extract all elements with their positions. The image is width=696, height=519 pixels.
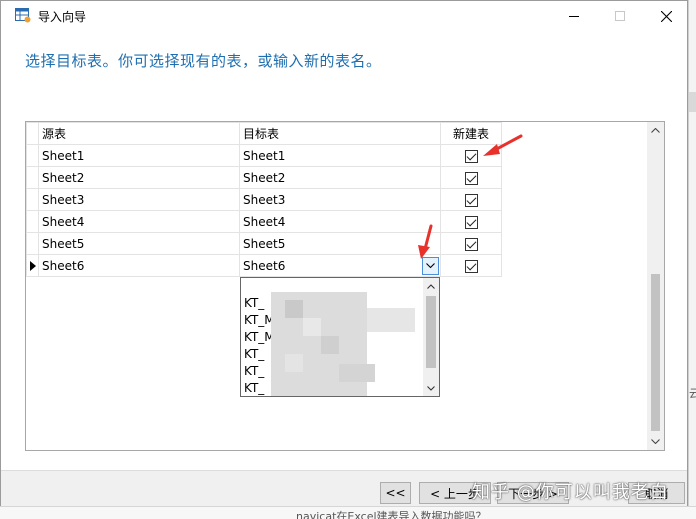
new-table-cell	[440, 254, 502, 277]
new-table-checkbox[interactable]	[464, 215, 478, 229]
background-question-text: navicat在Excel建表导入数据功能吗？	[296, 510, 487, 519]
table-mapping-grid: 源表 目标表 新建表 Sheet1 Sheet1 Sheet2 Sheet2 S…	[25, 121, 665, 451]
target-table-cell[interactable]: Sheet5	[239, 232, 441, 255]
dropdown-scroll-thumb[interactable]	[426, 296, 436, 368]
row-selector-header	[26, 122, 39, 145]
table-row[interactable]: Sheet2 Sheet2	[26, 166, 502, 189]
target-table-cell[interactable]: Sheet3	[239, 188, 441, 211]
source-table-cell[interactable]: Sheet4	[38, 210, 240, 233]
current-row-pointer-icon	[30, 260, 36, 271]
grid-header-row: 源表 目标表 新建表	[26, 122, 502, 145]
row-selector[interactable]	[26, 232, 39, 255]
source-table-cell[interactable]: Sheet5	[38, 232, 240, 255]
new-table-cell	[440, 166, 502, 189]
watermark-text: 知乎 @你可以叫我老白	[472, 482, 669, 503]
background-text: 云	[689, 387, 696, 400]
table-wizard-icon	[15, 8, 31, 23]
source-table-cell[interactable]: Sheet6	[38, 254, 240, 277]
new-table-checkbox[interactable]	[464, 171, 478, 185]
grid-vertical-scrollbar[interactable]	[647, 122, 664, 450]
instruction-text: 选择目标表。你可选择现有的表，或输入新的表名。	[25, 52, 382, 70]
target-table-value: Sheet6	[243, 258, 286, 273]
mosaic-block	[303, 318, 321, 336]
target-table-cell[interactable]: Sheet4	[239, 210, 441, 233]
source-table-cell[interactable]: Sheet2	[38, 166, 240, 189]
close-icon	[660, 10, 672, 22]
new-table-checkbox[interactable]	[464, 149, 478, 163]
target-table-combo[interactable]: Sheet6	[239, 254, 441, 277]
source-table-cell[interactable]: Sheet3	[38, 188, 240, 211]
window-title: 导入向导	[38, 10, 87, 24]
new-table-cell	[440, 210, 502, 233]
dropdown-option[interactable]: KT_	[244, 295, 264, 312]
new-table-cell	[440, 188, 502, 211]
background-page-strip: navicat在Excel建表导入数据功能吗？	[0, 506, 696, 519]
scroll-up-arrow[interactable]	[423, 278, 439, 294]
chevron-up-icon	[651, 128, 660, 133]
minimize-icon	[569, 16, 579, 17]
annotation-arrow-icon	[483, 134, 523, 156]
background-window-strip: 云	[688, 0, 696, 519]
grid-scroll-thumb[interactable]	[651, 274, 660, 431]
background-scroll-bar	[689, 92, 696, 112]
dropdown-option[interactable]: KT_	[244, 363, 264, 380]
maximize-button[interactable]	[597, 1, 643, 31]
maximize-icon	[615, 11, 625, 21]
chevron-down-icon	[426, 263, 435, 269]
first-step-button[interactable]: <<	[380, 482, 411, 504]
dropdown-option[interactable]: KT_	[244, 346, 264, 363]
scroll-down-arrow[interactable]	[423, 380, 439, 396]
new-table-checkbox[interactable]	[464, 259, 478, 273]
target-table-cell[interactable]: Sheet1	[239, 144, 441, 167]
row-selector[interactable]	[26, 166, 39, 189]
column-header-source[interactable]: 源表	[38, 122, 240, 145]
new-table-checkbox[interactable]	[464, 237, 478, 251]
close-button[interactable]	[643, 1, 689, 31]
column-header-target[interactable]: 目标表	[239, 122, 441, 145]
table-row[interactable]: Sheet1 Sheet1	[26, 144, 502, 167]
minimize-button[interactable]	[551, 1, 597, 31]
row-selector[interactable]	[26, 188, 39, 211]
row-selector[interactable]	[26, 144, 39, 167]
mosaic-block	[321, 336, 339, 354]
scroll-up-arrow[interactable]	[647, 122, 664, 139]
chevron-up-icon	[427, 283, 435, 289]
mosaic-block	[367, 308, 415, 332]
row-selector[interactable]	[26, 254, 39, 277]
dropdown-scrollbar[interactable]	[423, 278, 439, 396]
dropdown-option[interactable]: KT_	[244, 380, 264, 396]
mosaic-block	[339, 364, 375, 382]
table-row[interactable]: Sheet3 Sheet3	[26, 188, 502, 211]
target-table-dropdown-list[interactable]: KT_ KT_M KT_M KT_ KT_ KT_	[240, 277, 440, 397]
target-table-cell[interactable]: Sheet2	[239, 166, 441, 189]
chevron-down-icon	[427, 385, 435, 391]
title-bar: 导入向导	[1, 1, 687, 31]
import-wizard-dialog: 导入向导 选择目标表。你可选择现有的表，或输入新的表名。 源表 目标表 新建表 …	[0, 0, 688, 506]
row-selector[interactable]	[26, 210, 39, 233]
mosaic-block	[285, 300, 303, 318]
source-table-cell[interactable]: Sheet1	[38, 144, 240, 167]
scroll-down-arrow[interactable]	[647, 433, 664, 450]
annotation-arrow-icon	[418, 224, 433, 259]
new-table-checkbox[interactable]	[464, 193, 478, 207]
new-table-cell	[440, 232, 502, 255]
mosaic-block	[285, 354, 303, 372]
chevron-down-icon	[651, 439, 660, 444]
